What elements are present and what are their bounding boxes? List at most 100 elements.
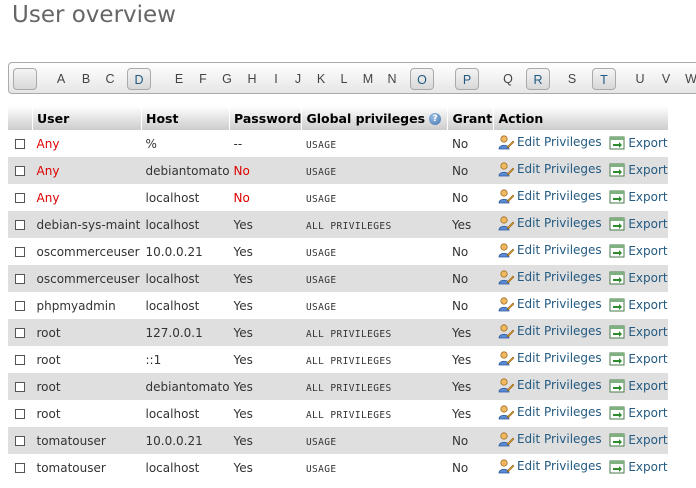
letter-r[interactable]: R [526,68,550,90]
row-select-cell [8,373,33,400]
edit-privileges-link[interactable]: Edit Privileges [498,134,602,150]
action-cell: Edit Privileges Export [493,427,668,454]
select-header [8,106,33,130]
letter-s: S [567,72,577,86]
user-cell: Any [32,184,142,211]
edit-privileges-link[interactable]: Edit Privileges [498,188,602,204]
edit-privileges-link[interactable]: Edit Privileges [498,431,602,447]
row-checkbox[interactable] [15,220,26,230]
edit-privileges-link[interactable]: Edit Privileges [498,242,602,258]
edit-privileges-link[interactable]: Edit Privileges [498,323,602,339]
host-column-header[interactable]: Host [140,106,230,130]
letter-p[interactable]: P [455,68,479,90]
row-checkbox[interactable] [15,193,26,203]
row-select-cell [8,238,33,265]
row-select-cell [8,292,33,319]
privileges-cell: ALL PRIVILEGES [301,373,448,400]
privileges-value: USAGE [305,301,337,313]
edit-privileges-link[interactable]: Edit Privileges [498,269,602,285]
export-label: Export [628,136,668,150]
export-link[interactable]: Export [609,163,668,177]
row-select-cell [8,346,33,373]
user-cell: root [32,319,142,346]
grant-cell: Yes [447,373,494,400]
letter-all-button[interactable] [13,68,37,90]
table-row: Any debiantomato No USAGE No Edit Privileges … [8,157,668,184]
action-cell: Edit Privileges Export [493,373,668,400]
row-checkbox[interactable] [15,328,26,338]
letter-d[interactable]: D [127,68,151,90]
user-cell: Any [32,130,142,157]
export-link[interactable]: Export [609,217,668,231]
user-cell: Any [32,157,142,184]
privileges-value: ALL PRIVILEGES [305,328,392,340]
edit-privileges-link[interactable]: Edit Privileges [498,215,602,231]
grant-cell: Yes [447,400,494,427]
table-row: oscommerceuser 10.0.0.21 Yes USAGE No Edit Pr… [8,238,668,265]
host-cell: ::1 [141,346,230,373]
letter-h: H [247,72,257,86]
password-cell: Yes [229,373,302,400]
row-checkbox[interactable] [15,382,26,392]
row-checkbox[interactable] [15,301,26,311]
edit-user-icon [498,431,515,447]
password-cell: Yes [229,427,302,454]
letter-o[interactable]: O [410,68,434,90]
export-icon [609,136,625,150]
row-select-cell [8,211,33,238]
user-column-header[interactable]: User [32,106,142,130]
row-select-cell [8,265,33,292]
row-select-cell [8,427,33,454]
action-cell: Edit Privileges Export [493,265,668,292]
export-link[interactable]: Export [609,190,668,204]
edit-privileges-link[interactable]: Edit Privileges [498,458,602,474]
privileges-value: ALL PRIVILEGES [305,355,392,367]
row-checkbox[interactable] [15,139,26,149]
privileges-value: USAGE [305,274,337,286]
password-cell: Yes [229,238,302,265]
row-checkbox[interactable] [15,436,26,446]
letter-t[interactable]: T [592,68,616,90]
privileges-value: USAGE [305,436,337,448]
edit-privileges-link[interactable]: Edit Privileges [498,404,602,420]
edit-privileges-link[interactable]: Edit Privileges [498,350,602,366]
row-checkbox[interactable] [15,355,26,365]
user-cell: phpmyadmin [32,292,142,319]
edit-privileges-link[interactable]: Edit Privileges [498,377,602,393]
export-link[interactable]: Export [609,325,668,339]
letter-j: J [294,72,302,86]
edit-privileges-label: Edit Privileges [516,324,602,338]
row-checkbox[interactable] [15,463,26,473]
export-link[interactable]: Export [609,406,668,420]
export-link[interactable]: Export [609,460,668,474]
initials-filter-bar: A BCD E F G H I JKLMNOP QR S T U VW [8,62,696,94]
action-cell: Edit Privileges Export [493,130,668,157]
row-checkbox[interactable] [15,247,26,257]
password-cell: Yes [229,211,302,238]
privileges-cell: USAGE [301,238,448,265]
row-checkbox[interactable] [15,274,26,284]
export-label: Export [628,244,668,258]
action-cell: Edit Privileges Export [493,211,668,238]
edit-privileges-link[interactable]: Edit Privileges [498,296,602,312]
row-checkbox[interactable] [15,166,26,176]
export-icon [609,406,625,420]
edit-privileges-label: Edit Privileges [516,189,602,203]
edit-privileges-label: Edit Privileges [516,297,602,311]
export-link[interactable]: Export [609,433,668,447]
row-checkbox[interactable] [15,409,26,419]
export-link[interactable]: Export [609,244,668,258]
export-link[interactable]: Export [609,271,668,285]
export-link[interactable]: Export [609,352,668,366]
export-link[interactable]: Export [609,379,668,393]
export-icon [609,352,625,366]
password-cell: -- [229,130,302,157]
export-link[interactable]: Export [609,298,668,312]
export-link[interactable]: Export [609,136,668,150]
help-icon[interactable]: ? [429,113,442,125]
grant-column-header: Grant [447,106,494,130]
edit-privileges-link[interactable]: Edit Privileges [498,161,602,177]
privileges-cell: ALL PRIVILEGES [301,211,448,238]
privileges-cell: ALL PRIVILEGES [301,346,448,373]
privileges-cell: USAGE [301,454,448,481]
